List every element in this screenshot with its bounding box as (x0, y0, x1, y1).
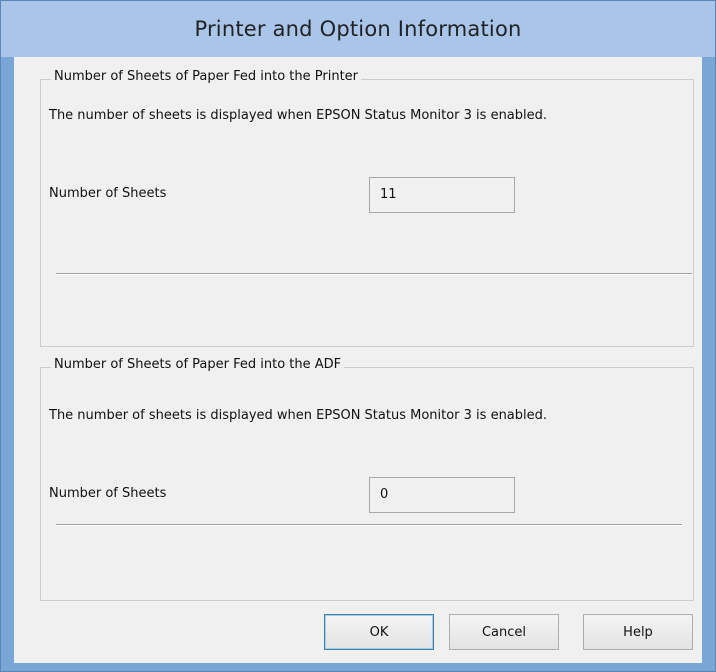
window-title: Printer and Option Information (194, 17, 522, 41)
printer-sheets-field: 11 (369, 177, 515, 213)
printer-group-legend: Number of Sheets of Paper Fed into the P… (51, 69, 362, 84)
printer-group-separator (56, 273, 692, 275)
adf-group-legend: Number of Sheets of Paper Fed into the A… (51, 357, 345, 372)
adf-sheets-group: Number of Sheets of Paper Fed into the A… (40, 357, 694, 601)
adf-sheets-field: 0 (369, 477, 515, 513)
adf-group-separator (56, 524, 682, 526)
printer-group-description: The number of sheets is displayed when E… (49, 108, 548, 123)
ok-button[interactable]: OK (324, 614, 434, 650)
cancel-button[interactable]: Cancel (449, 614, 559, 650)
adf-group-description: The number of sheets is displayed when E… (49, 408, 548, 423)
printer-sheets-group: Number of Sheets of Paper Fed into the P… (40, 69, 694, 347)
title-bar[interactable]: Printer and Option Information (1, 1, 715, 57)
dialog-window: Printer and Option Information Number of… (0, 0, 716, 672)
adf-sheets-label: Number of Sheets (49, 486, 167, 501)
dialog-client-area: Number of Sheets of Paper Fed into the P… (14, 57, 702, 663)
printer-sheets-label: Number of Sheets (49, 186, 167, 201)
help-button[interactable]: Help (583, 614, 693, 650)
